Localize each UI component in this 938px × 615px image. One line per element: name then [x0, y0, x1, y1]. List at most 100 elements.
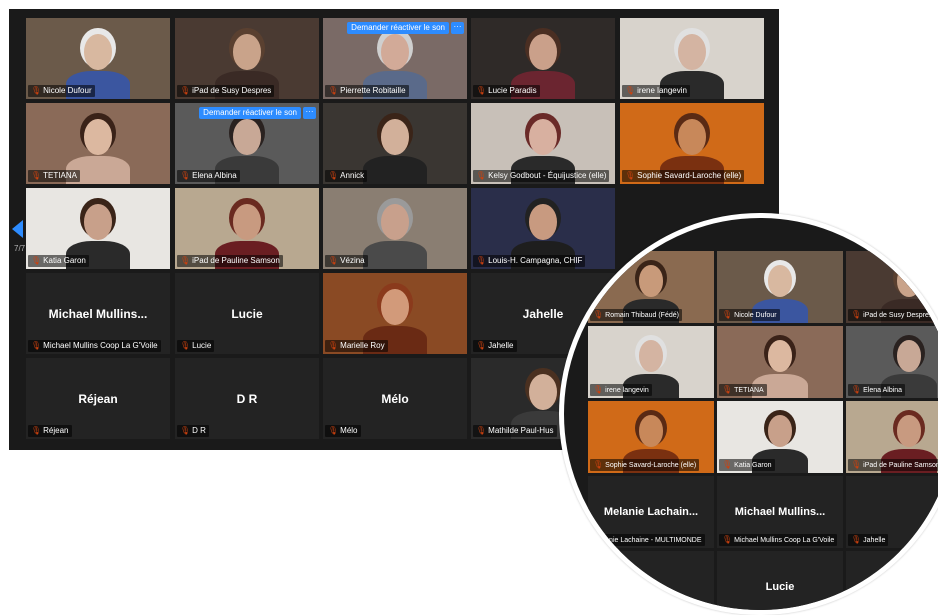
participant-display-name: Lucie — [231, 307, 263, 321]
participant-name: TETIANA — [734, 387, 764, 394]
participant-name: Kelsy Godbout - Équijustice (elle) — [488, 171, 607, 180]
participant-tile[interactable]: 🎙 Marielle Roy — [323, 273, 467, 354]
participant-tile[interactable]: 🎙 Annick — [323, 103, 467, 184]
participant-tile[interactable]: D R 🎙 D R — [175, 358, 319, 439]
muted-microphone-icon: 🎙 — [476, 256, 487, 265]
muted-microphone-icon: 🎙 — [31, 86, 42, 95]
participant-tile[interactable]: 🎙 Vézina — [323, 188, 467, 269]
participant-name-label: 🎙 Jahelle — [848, 534, 889, 546]
participant-name-label: 🎙 Mélo — [325, 425, 361, 437]
muted-microphone-icon: 🎙 — [722, 385, 733, 394]
participant-tile[interactable]: Lucie 🎙 Lucie — [175, 273, 319, 354]
muted-microphone-icon: 🎙 — [476, 341, 487, 350]
participant-face — [84, 119, 112, 155]
participant-tile[interactable]: Jahe 🎙Jahelle — [846, 476, 938, 548]
participant-name-label: 🎙 Sophie Savard-Laroche (elle) — [622, 170, 745, 182]
participant-name: Lucie Paradis — [488, 86, 537, 95]
participant-face — [529, 34, 557, 70]
more-options-icon[interactable]: ··· — [451, 22, 464, 34]
participant-display-name: Lucie — [765, 581, 795, 593]
muted-microphone-icon: 🎙 — [476, 426, 487, 435]
participant-name-label: 🎙 Marielle Roy — [325, 340, 388, 352]
participant-name: Louis-H. Campagna, CHIF — [488, 256, 583, 265]
participant-tile[interactable]: 🎙 Romain Thibaud (Fédé) — [588, 251, 714, 323]
participant-name-label: 🎙 irene langevin — [590, 384, 652, 396]
participant-face — [529, 374, 557, 410]
participant-name: Vézina — [340, 256, 365, 265]
participant-tile[interactable]: 🎙 irene langevin — [588, 326, 714, 398]
participant-name: Mathilde Paul-Hus — [488, 426, 554, 435]
participant-name-label: 🎙 iPad de Susy Despres — [177, 85, 275, 97]
participant-tile[interactable] — [846, 551, 938, 610]
participant-tile[interactable]: 🎙 Elena Albina — [846, 326, 938, 398]
participant-face — [678, 34, 706, 70]
participant-name-label: 🎙 D R — [177, 425, 209, 437]
participant-name-label: 🎙 Louis-H. Campagna, CHIF — [473, 255, 586, 267]
participant-tile[interactable]: Michael Mullins... 🎙 Michael Mullins Coop … — [26, 273, 170, 354]
request-unmute-button[interactable]: Demander réactiver le son — [199, 107, 301, 119]
participant-tile[interactable]: Réjean 🎙 Réjean — [26, 358, 170, 439]
participant-name-label: 🎙 TETIANA — [719, 384, 767, 396]
participant-tile[interactable]: 🎙 Pierrette Robitaille Demander réactiver … — [323, 18, 467, 99]
muted-microphone-icon: 🎙 — [31, 426, 42, 435]
participant-name: D R — [192, 426, 206, 435]
muted-microphone-icon: 🎙 — [328, 426, 339, 435]
participant-name-label: 🎙 TETIANA — [28, 170, 80, 182]
more-options-icon[interactable]: ··· — [303, 107, 316, 119]
muted-microphone-icon: 🎙 — [180, 426, 191, 435]
participant-display-name: Michael Mullins... — [734, 506, 826, 518]
participant-name: Elena Albina — [863, 387, 903, 394]
participant-tile[interactable]: 🎙 iPad de Susy Despres — [846, 251, 938, 323]
participant-name-label: 🎙 Pierrette Robitaille — [325, 85, 409, 97]
participant-tile[interactable]: Melanie Lachain... 🎙 anie Lachaine - MULTI… — [588, 476, 714, 548]
participant-tile[interactable]: 🎙 Katia Garon — [26, 188, 170, 269]
participant-name: Marielle Roy — [340, 341, 385, 350]
participant-tile[interactable]: 🎙 Sophie Savard-Laroche (elle) — [620, 103, 764, 184]
muted-microphone-icon: 🎙 — [593, 310, 604, 319]
participant-body — [363, 156, 427, 184]
participant-name-label: 🎙 iPad de Susy Despres — [848, 309, 936, 321]
muted-microphone-icon: 🎙 — [180, 341, 191, 350]
participant-tile[interactable]: 🎙 Katia Garon — [717, 401, 843, 473]
participant-face — [233, 119, 261, 155]
participant-display-name: D R — [236, 392, 258, 406]
participant-face — [84, 34, 112, 70]
participant-name-label: 🎙 Katia Garon — [28, 255, 89, 267]
participant-name: Katia Garon — [734, 462, 772, 469]
participant-tile[interactable]: 🎙 Kelsy Godbout - Équijustice (elle) — [471, 103, 615, 184]
participant-tile[interactable]: Mélo 🎙 Mélo — [323, 358, 467, 439]
muted-microphone-icon: 🎙 — [31, 171, 42, 180]
participant-tile[interactable] — [588, 551, 714, 610]
participant-tile[interactable]: 🎙 iPad de Susy Despres — [175, 18, 319, 99]
muted-microphone-icon: 🎙 — [722, 460, 733, 469]
muted-microphone-icon: 🎙 — [180, 171, 191, 180]
muted-microphone-icon: 🎙 — [476, 171, 487, 180]
participant-tile[interactable]: 🎙 iPad de Pauline Samson — [175, 188, 319, 269]
participant-tile[interactable]: Michael Mullins... 🎙 Michael Mullins Coop … — [717, 476, 843, 548]
participant-face — [678, 119, 706, 155]
participant-tile[interactable]: 🎙 Elena Albina Demander réactiver le son ··… — [175, 103, 319, 184]
participant-name: Jahelle — [488, 341, 514, 350]
participant-tile[interactable]: 🎙 TETIANA — [26, 103, 170, 184]
participant-name: Lucie — [192, 341, 212, 350]
participant-name-label: 🎙 Michael Mullins Coop La G'Voile — [28, 340, 161, 352]
participant-name-label: 🎙 Katia Garon — [719, 459, 775, 471]
participant-display-name: Réjean — [78, 392, 118, 406]
participant-tile[interactable]: 🎙 iPad de Pauline Samson — [846, 401, 938, 473]
participant-face — [529, 119, 557, 155]
participant-tile[interactable]: 🎙 Nicole Dufour — [717, 251, 843, 323]
participant-tile[interactable]: 🎙 Sophie Savard-Laroche (elle) — [588, 401, 714, 473]
previous-page-arrow-icon[interactable] — [12, 220, 23, 238]
muted-microphone-icon: 🎙 — [722, 310, 733, 319]
participant-name: Katia Garon — [43, 256, 86, 265]
participant-tile[interactable]: 🎙 Nicole Dufour — [26, 18, 170, 99]
participant-tile[interactable]: Lucie — [717, 551, 843, 610]
muted-microphone-icon: 🎙 — [328, 341, 339, 350]
participant-name-label: 🎙 irene langevin — [622, 85, 690, 97]
participant-tile[interactable]: 🎙 TETIANA — [717, 326, 843, 398]
participant-tile[interactable]: 🎙 Lucie Paradis — [471, 18, 615, 99]
participant-tile[interactable]: 🎙 irene langevin — [620, 18, 764, 99]
participant-face — [233, 34, 261, 70]
request-unmute-button[interactable]: Demander réactiver le son — [347, 22, 449, 34]
participant-name: Elena Albina — [192, 171, 237, 180]
